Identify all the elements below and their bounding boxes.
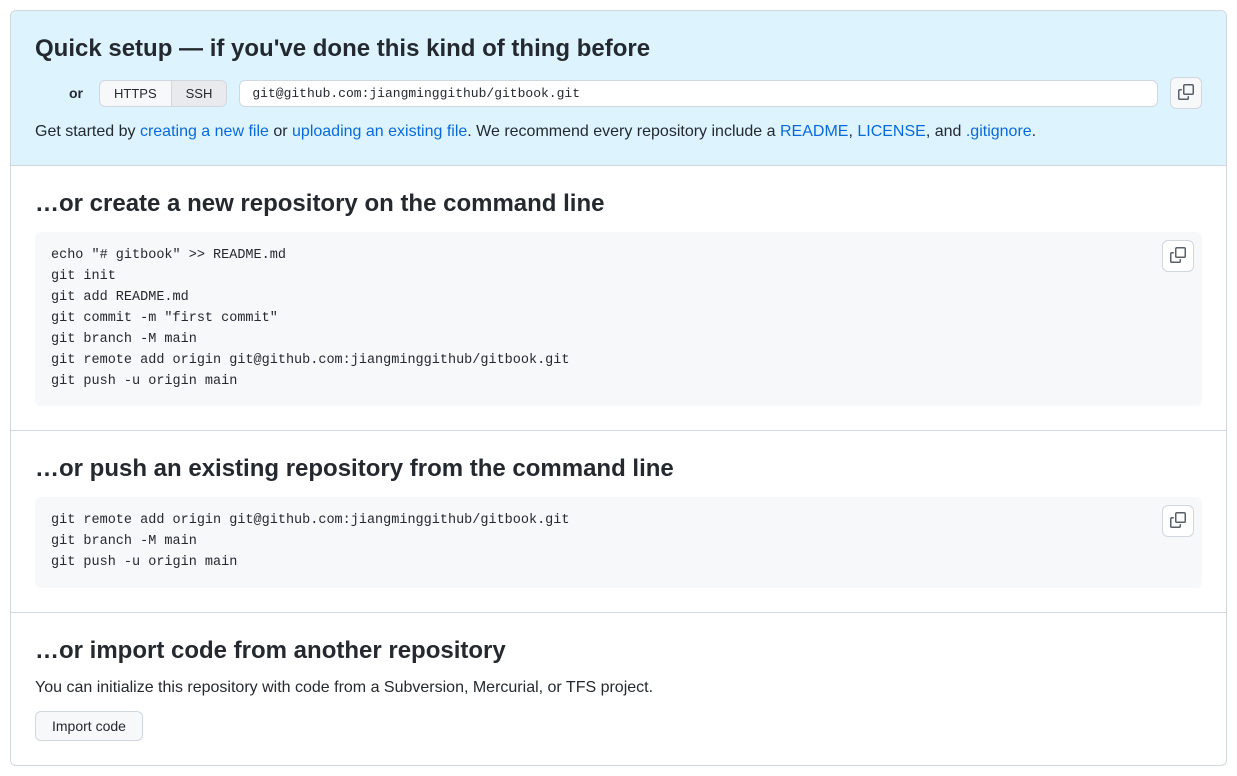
clipboard-icon [1170,512,1186,531]
copy-push-existing-button[interactable] [1162,505,1194,537]
create-repo-code: echo "# gitbook" >> README.md git init g… [35,232,1202,406]
protocol-toggle: HTTPS SSH [99,80,227,107]
upload-file-link[interactable]: uploading an existing file [292,123,467,140]
import-code-text: You can initialize this repository with … [35,679,1202,697]
import-code-button[interactable]: Import code [35,711,143,741]
https-button[interactable]: HTTPS [100,81,171,106]
copy-create-repo-button[interactable] [1162,240,1194,272]
protocol-row: or HTTPS SSH [35,77,1202,109]
clipboard-icon [1170,247,1186,266]
quick-setup-heading: Quick setup — if you've done this kind o… [35,35,1202,63]
push-existing-code: git remote add origin git@github.com:jia… [35,497,1202,588]
import-code-heading: …or import code from another repository [35,637,1202,665]
create-repo-heading: …or create a new repository on the comma… [35,190,1202,218]
create-file-link[interactable]: creating a new file [140,123,269,140]
repo-setup-container: Quick setup — if you've done this kind o… [10,10,1227,766]
readme-link[interactable]: README [780,123,848,140]
import-code-section: …or import code from another repository … [11,613,1226,765]
clone-url-input[interactable] [239,80,1158,107]
clipboard-icon [1178,84,1194,103]
create-repo-section: …or create a new repository on the comma… [11,166,1226,431]
push-existing-code-wrapper: git remote add origin git@github.com:jia… [35,497,1202,588]
gitignore-link[interactable]: .gitignore [966,123,1032,140]
get-started-text: Get started by creating a new file or up… [35,123,1202,141]
license-link[interactable]: LICENSE [857,123,925,140]
copy-url-button[interactable] [1170,77,1202,109]
push-existing-section: …or push an existing repository from the… [11,431,1226,613]
or-label: or [69,85,83,101]
push-existing-heading: …or push an existing repository from the… [35,455,1202,483]
ssh-button[interactable]: SSH [171,81,227,106]
create-repo-code-wrapper: echo "# gitbook" >> README.md git init g… [35,232,1202,406]
quick-setup-section: Quick setup — if you've done this kind o… [11,11,1226,166]
